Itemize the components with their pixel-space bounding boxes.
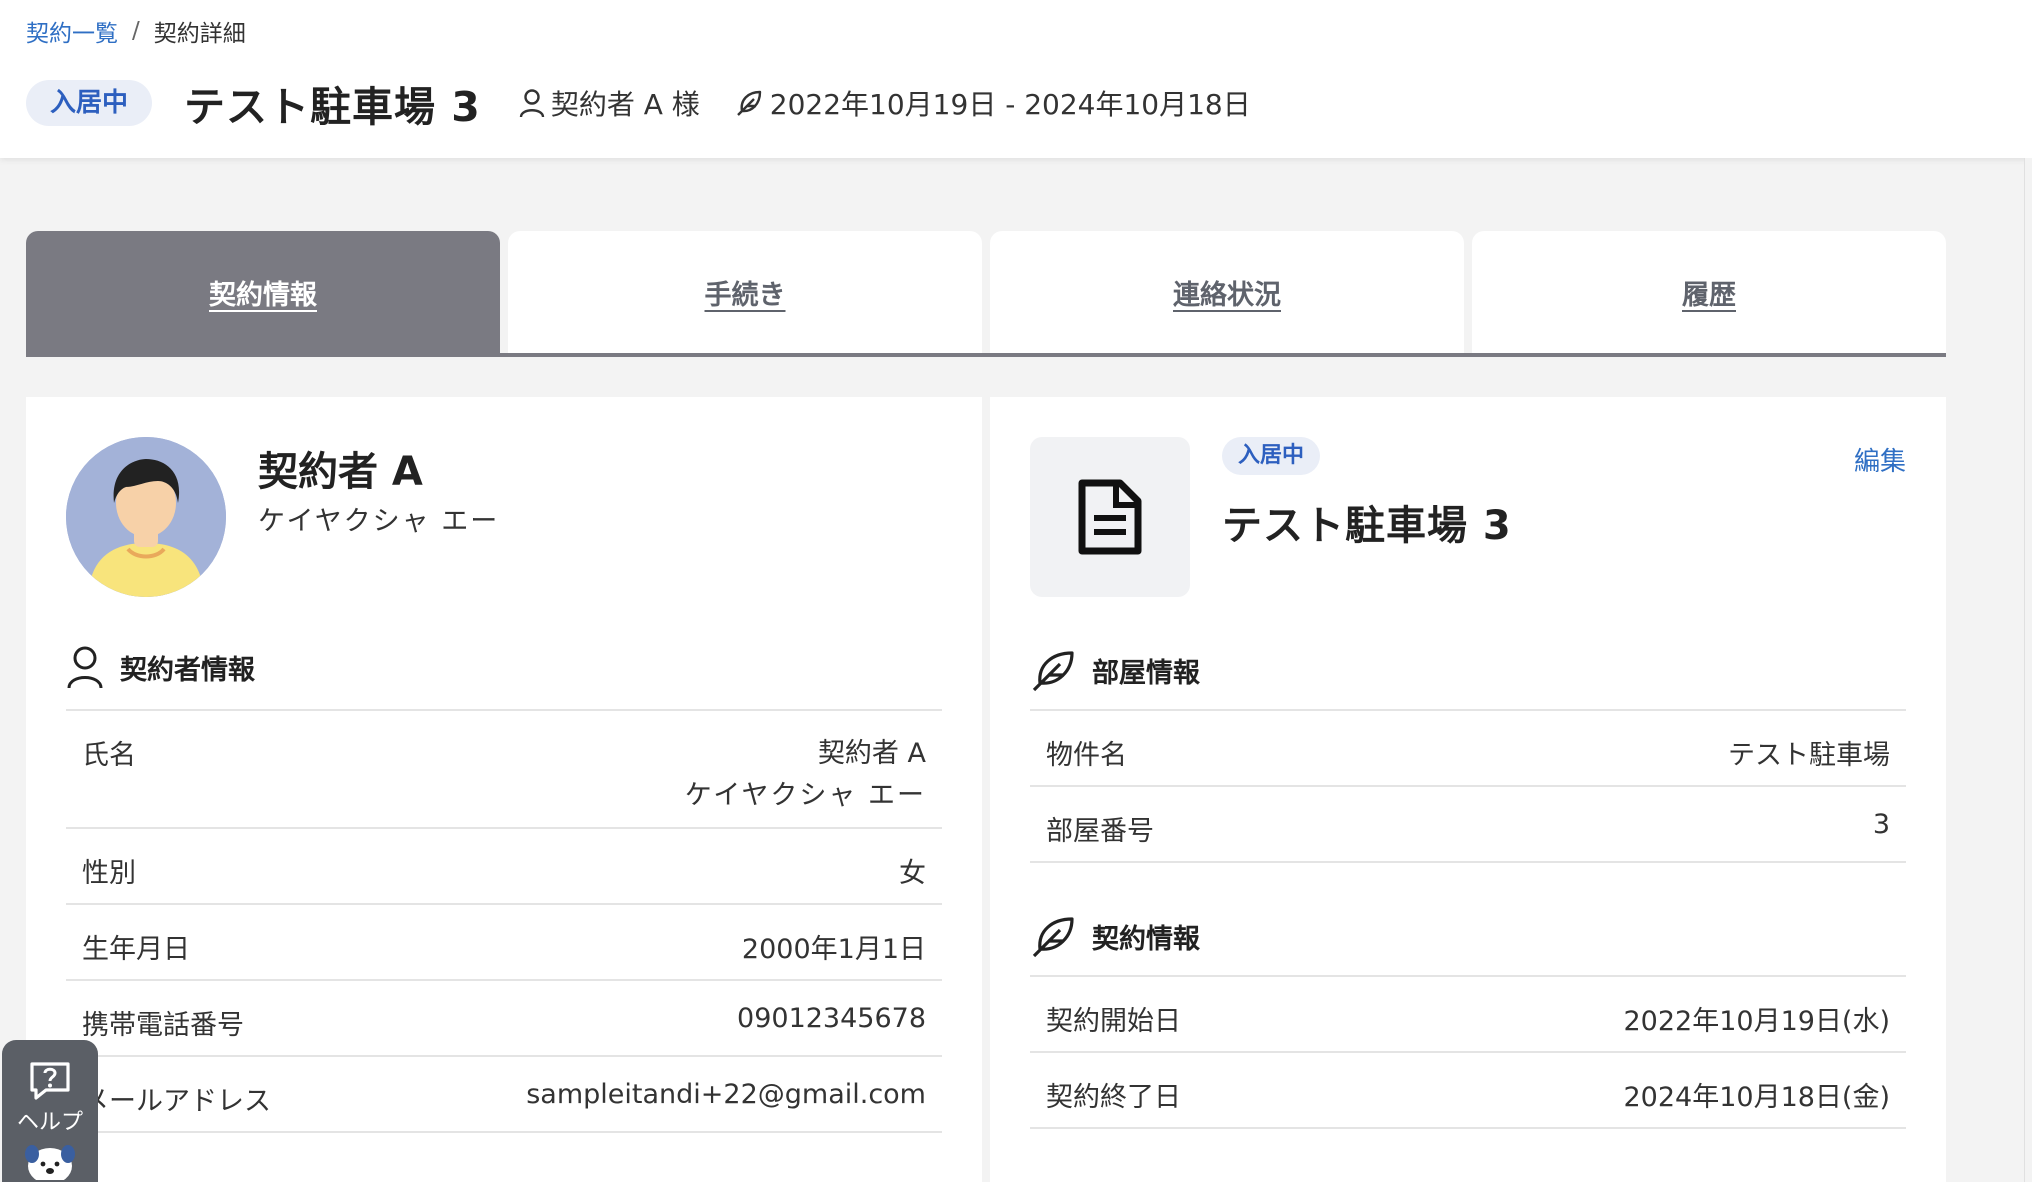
table-row: メールアドレス sampleitandi+22@gmail.com: [66, 1057, 942, 1133]
feather-icon: [1032, 917, 1074, 958]
contractor-info-heading: 契約者情報: [66, 645, 255, 689]
row-value: 2000年1月1日: [741, 934, 926, 965]
row-value: 3: [1872, 809, 1890, 840]
row-label: 契約開始日: [1046, 1006, 1181, 1037]
edit-link[interactable]: 編集: [1854, 441, 1906, 478]
person-icon: [67, 646, 103, 689]
period-meta: 2022年10月19日 - 2024年10月18日: [734, 83, 1251, 123]
help-label: ヘルプ: [16, 1110, 83, 1135]
room-info-title: 部屋情報: [1092, 657, 1200, 689]
question-icon: [30, 1062, 70, 1100]
contractor-info-table: 氏名 契約者 A ケイヤクシャ エー 性別 女 生年月日 2000年1月1日 携…: [66, 709, 942, 1133]
contractor-name-heading: 契約者 A: [258, 449, 423, 495]
tab-contract-info[interactable]: 契約情報: [26, 231, 500, 353]
property-card: 入居中 編集 テスト駐車場 3 部屋情報 物件名 テスト駐車場 部屋番号 3 契…: [990, 397, 1946, 1182]
row-value: 2022年10月19日(水): [1623, 1006, 1891, 1037]
feather-icon: [736, 90, 761, 116]
document-icon-box: [1030, 437, 1190, 597]
scrollbar-track[interactable]: [2024, 158, 2032, 1182]
title-bar: 入居中 テスト駐車場 3 契約者 A 様 2022年10月19日 - 2024年…: [26, 80, 1251, 131]
person-icon: [519, 89, 545, 118]
row-value: 契約者 A ケイヤクシャ エー: [685, 733, 926, 817]
table-row: 氏名 契約者 A ケイヤクシャ エー: [66, 711, 942, 829]
person-avatar-icon: [66, 437, 226, 597]
breadcrumb-contract-list-link[interactable]: 契約一覧: [26, 14, 118, 48]
breadcrumb-current: 契約詳細: [153, 21, 246, 47]
feather-icon: [1032, 651, 1074, 692]
contractor-info-title: 契約者情報: [120, 654, 255, 686]
contractor-kana: ケイヤクシャ エー: [258, 506, 500, 537]
name-value: 契約者 A: [817, 738, 926, 769]
name-kana-value: ケイヤクシャ エー: [684, 780, 926, 811]
row-label: 部屋番号: [1046, 816, 1154, 847]
contract-info-heading: 契約情報: [1030, 913, 1200, 959]
breadcrumb-separator: /: [132, 18, 140, 44]
tab-bar: 契約情報 手続き 連絡状況 履歴: [26, 231, 1946, 357]
contract-info-title: 契約情報: [1092, 923, 1200, 955]
row-label: 氏名: [82, 740, 136, 771]
row-value: 09012345678: [737, 1003, 926, 1034]
help-button[interactable]: ヘルプ: [2, 1040, 98, 1182]
row-value: テスト駐車場: [1728, 740, 1890, 771]
document-icon: [1078, 479, 1142, 555]
row-value: sampleitandi+22@gmail.com: [526, 1079, 926, 1110]
contractor-meta: 契約者 A 様: [519, 83, 700, 123]
table-row: 契約終了日 2024年10月18日(金): [1030, 1053, 1906, 1129]
room-info-heading: 部屋情報: [1030, 647, 1200, 693]
property-status-badge: 入居中: [1222, 437, 1321, 475]
contract-period: 2022年10月19日 - 2024年10月18日: [769, 88, 1251, 121]
page-header: 契約一覧 / 契約詳細 入居中 テスト駐車場 3 契約者 A 様 2022年10…: [0, 0, 2032, 158]
row-label: メールアドレス: [82, 1086, 271, 1117]
page-title: テスト駐車場 3: [184, 83, 481, 131]
table-row: 契約開始日 2022年10月19日(水): [1030, 977, 1906, 1053]
contract-info-table: 契約開始日 2022年10月19日(水) 契約終了日 2024年10月18日(金…: [1030, 975, 1906, 1129]
property-title: テスト駐車場 3: [1222, 503, 1512, 549]
status-badge: 入居中: [26, 80, 153, 126]
room-info-table: 物件名 テスト駐車場 部屋番号 3: [1030, 709, 1906, 863]
mascot-icon: [25, 1145, 75, 1180]
table-row: 部屋番号 3: [1030, 787, 1906, 863]
contractor-name: 契約者 A 様: [550, 88, 700, 121]
breadcrumb: 契約一覧 / 契約詳細: [26, 14, 246, 48]
row-label: 契約終了日: [1046, 1082, 1181, 1113]
table-row: 物件名 テスト駐車場: [1030, 711, 1906, 787]
row-value: 2024年10月18日(金): [1623, 1082, 1891, 1113]
row-label: 性別: [82, 858, 136, 889]
avatar: [66, 437, 226, 597]
tab-contact-status[interactable]: 連絡状況: [990, 231, 1464, 353]
row-label: 携帯電話番号: [82, 1010, 244, 1041]
tab-history[interactable]: 履歴: [1472, 231, 1946, 353]
table-row: 生年月日 2000年1月1日: [66, 905, 942, 981]
row-label: 物件名: [1046, 740, 1127, 771]
contractor-card: 契約者 A ケイヤクシャ エー 契約者情報 氏名 契約者 A ケイヤクシャ エー…: [26, 397, 982, 1182]
tab-procedures[interactable]: 手続き: [508, 231, 982, 353]
table-row: 携帯電話番号 09012345678: [66, 981, 942, 1057]
table-row: 性別 女: [66, 829, 942, 905]
tab-underline: [26, 353, 1946, 357]
row-value: 女: [899, 858, 926, 889]
row-label: 生年月日: [82, 934, 190, 965]
